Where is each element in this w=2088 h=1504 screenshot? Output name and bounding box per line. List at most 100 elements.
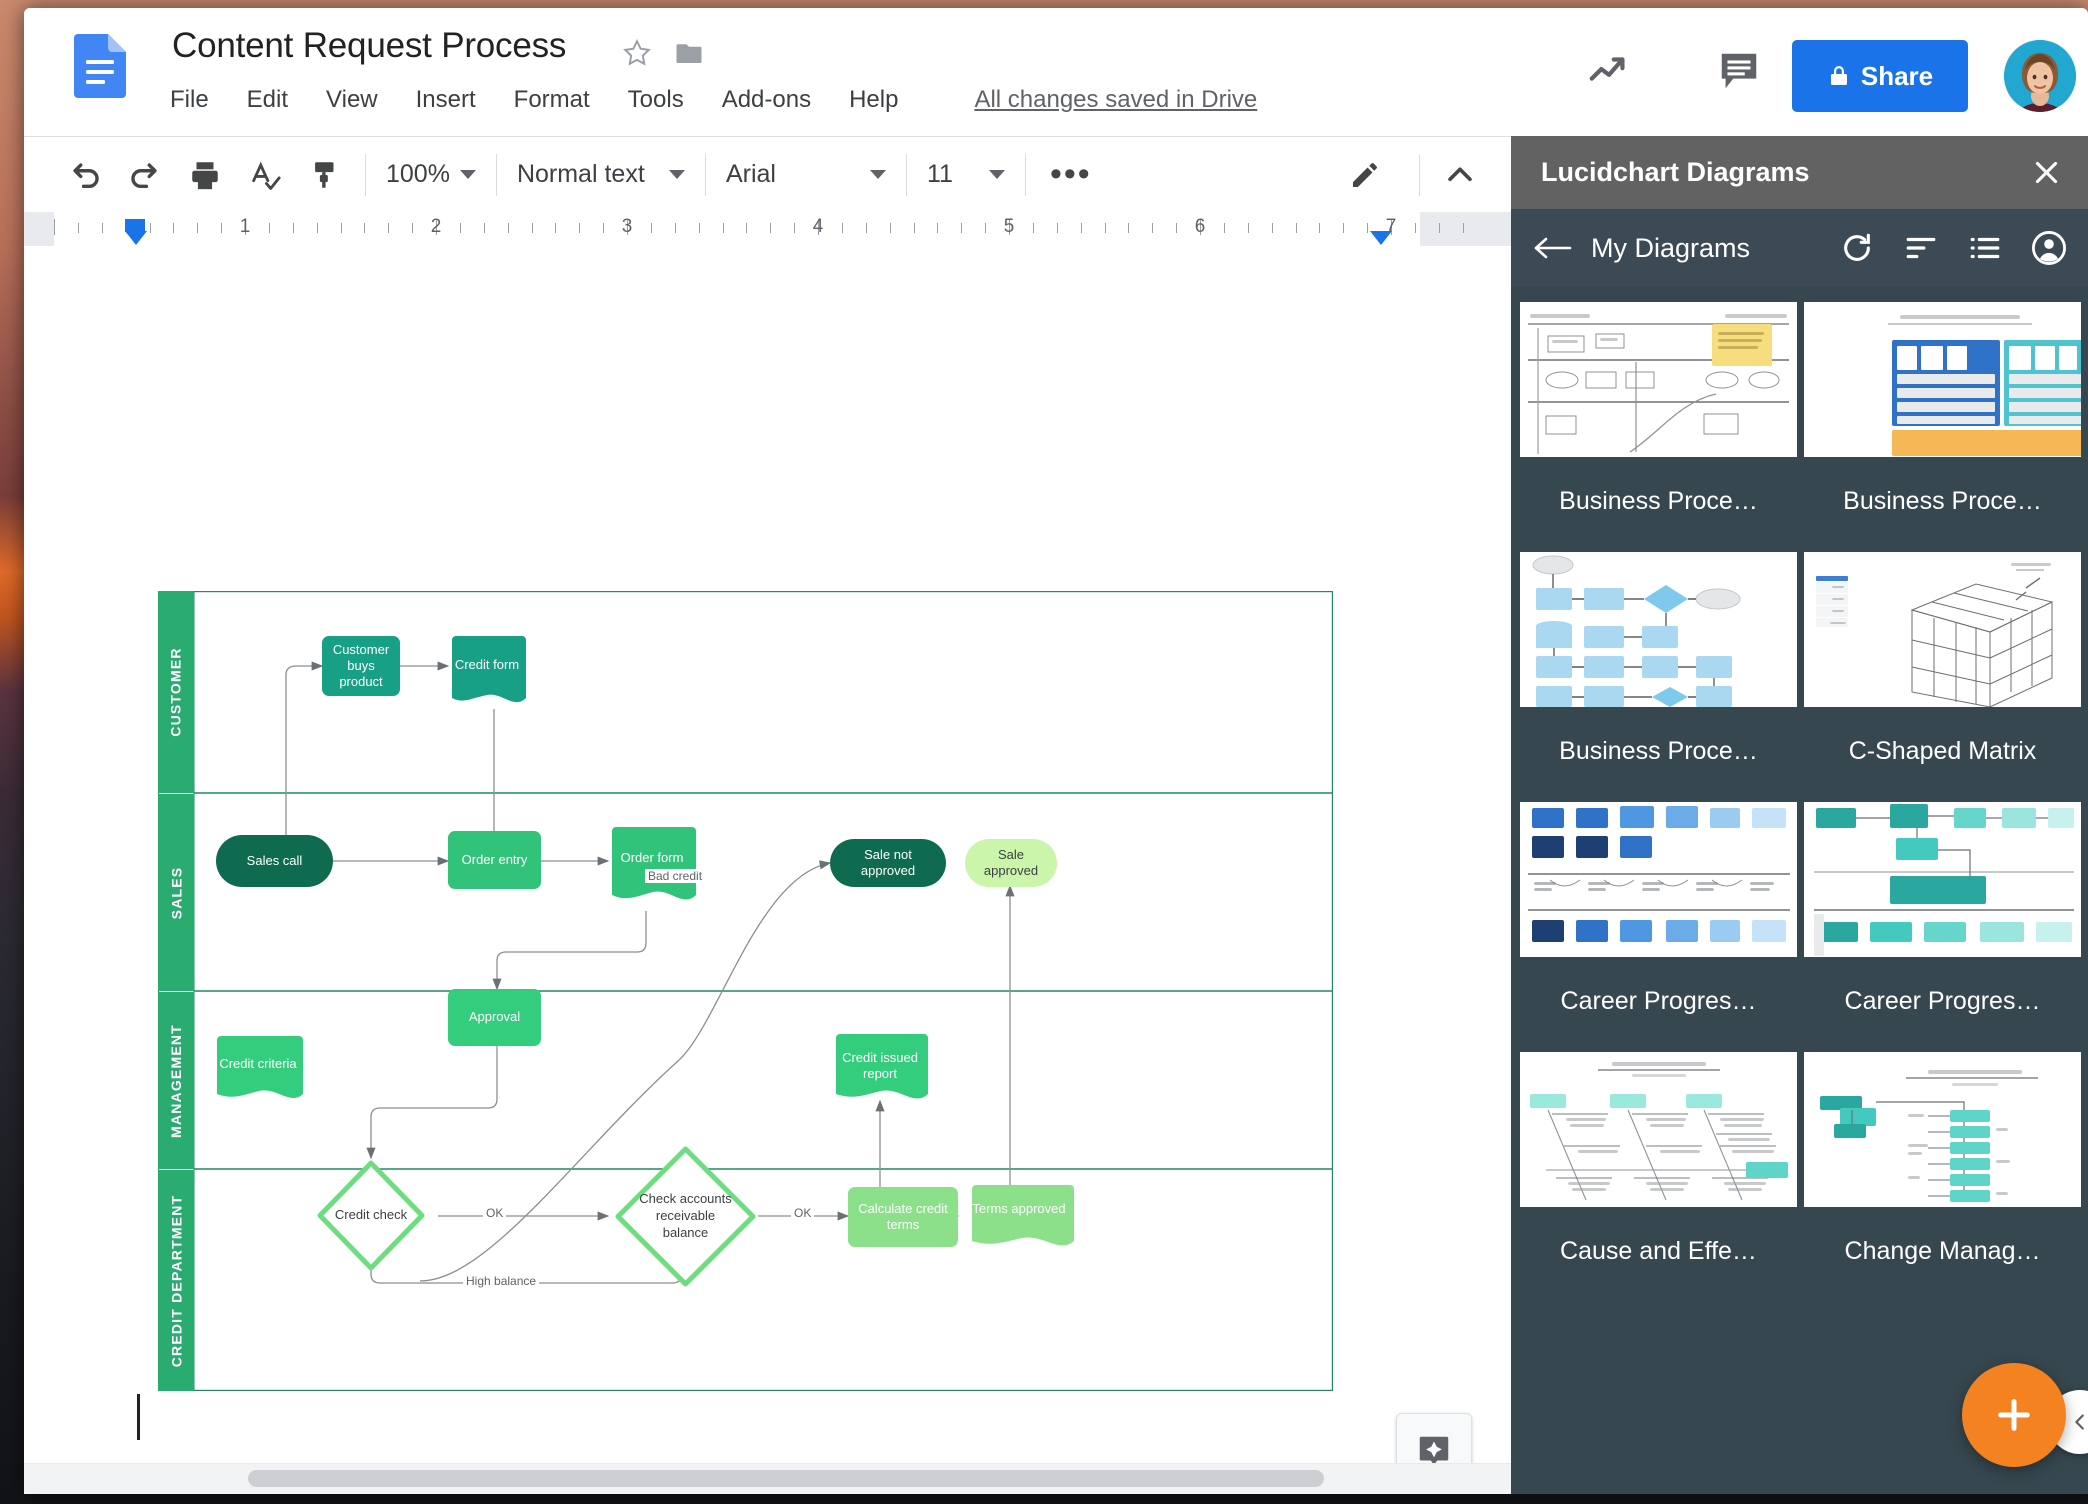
lane-customer: CUSTOMER: [158, 591, 194, 793]
redo-icon[interactable]: [128, 158, 162, 192]
node-terms-approved[interactable]: Terms approved: [964, 1185, 1074, 1253]
back-arrow-icon[interactable]: [1533, 235, 1573, 261]
node-sale-not-approved[interactable]: Sale not approved: [830, 839, 946, 887]
zoom-select[interactable]: 100%: [376, 152, 486, 198]
menu-item-file[interactable]: File: [170, 86, 209, 114]
diagram-cards-scroll[interactable]: Business Proce… Business Proce… Business P…: [1511, 287, 2088, 1494]
user-avatar[interactable]: [2004, 40, 2076, 112]
lucidchart-sub-toolbar: My Diagrams: [1511, 209, 2088, 287]
diagram-thumbnail[interactable]: [1804, 552, 2081, 707]
list-view-icon[interactable]: [1968, 231, 2002, 265]
diagram-thumbnail[interactable]: [1520, 552, 1797, 707]
node-sales-call[interactable]: Sales call: [216, 835, 333, 887]
diagram-thumbnail[interactable]: [1520, 802, 1797, 957]
diagram-thumbnail[interactable]: [1804, 802, 2081, 957]
paint-format-icon[interactable]: [308, 158, 342, 192]
node-order-form[interactable]: Order form: [608, 827, 696, 907]
ruler-tick: [1343, 223, 1345, 233]
new-diagram-fab-button[interactable]: [1962, 1363, 2066, 1467]
share-button[interactable]: Share: [1792, 40, 1968, 112]
font-family-select[interactable]: Arial: [716, 152, 896, 198]
spellcheck-icon[interactable]: [248, 158, 282, 192]
horizontal-scrollbar-thumb[interactable]: [248, 1470, 1324, 1487]
node-credit-check[interactable]: Credit check: [315, 1158, 427, 1273]
lane-management: MANAGEMENT: [158, 992, 194, 1169]
menu-item-view[interactable]: View: [326, 86, 378, 114]
more-options-button[interactable]: •••: [1050, 157, 1092, 190]
diagram-card[interactable]: C-Shaped Matrix: [1804, 552, 2081, 795]
diagram-card[interactable]: Business Proce…: [1804, 302, 2081, 545]
diagram-card-title: Business Proce…: [1804, 457, 2081, 545]
node-calculate-credit-terms[interactable]: Calculate credit terms: [848, 1187, 958, 1247]
diagram-thumbnail[interactable]: [1804, 1052, 2081, 1207]
comment-icon[interactable]: [1716, 48, 1762, 94]
move-to-folder-icon[interactable]: [674, 38, 704, 68]
ruler-tick: [698, 223, 700, 233]
ruler-tick: [1056, 223, 1058, 233]
document-canvas[interactable]: CUSTOMER SALES MANAGEMENT CREDIT DEPARTM…: [24, 246, 1511, 1494]
node-order-entry[interactable]: Order entry: [448, 831, 541, 889]
close-icon[interactable]: [2031, 157, 2062, 188]
ruler-tick: [889, 223, 891, 233]
font-size-select[interactable]: 11: [917, 152, 1015, 198]
diagram-card[interactable]: Business Proce…: [1804, 287, 2081, 295]
save-status-link[interactable]: All changes saved in Drive: [974, 86, 1257, 114]
browser-window: Content Request Process File Edit View I…: [24, 8, 2088, 1494]
ruler-number: 2: [430, 216, 442, 237]
menu-item-insert[interactable]: Insert: [416, 86, 476, 114]
menu-item-tools[interactable]: Tools: [628, 86, 684, 114]
activity-dashboard-icon[interactable]: [1586, 48, 1632, 94]
menu-item-edit[interactable]: Edit: [247, 86, 288, 114]
menu-item-format[interactable]: Format: [514, 86, 590, 114]
refresh-icon[interactable]: [1840, 231, 1874, 265]
zoom-value: 100%: [386, 160, 450, 188]
diagram-card[interactable]: Business Proce…: [1520, 287, 1797, 295]
diagram-card[interactable]: Business Proce…: [1520, 552, 1797, 795]
node-sale-approved[interactable]: Sale approved: [965, 839, 1057, 887]
node-credit-issued-report[interactable]: Credit issued report: [832, 1034, 928, 1106]
ruler-tick: [340, 223, 342, 233]
paragraph-style-select[interactable]: Normal text: [507, 152, 695, 198]
node-credit-form[interactable]: Credit form: [448, 636, 526, 708]
toolbar-divider: [495, 153, 497, 196]
undo-icon[interactable]: [68, 158, 102, 192]
menu-item-addons[interactable]: Add-ons: [722, 86, 811, 114]
node-customer-buys-product[interactable]: Customer buys product: [322, 636, 400, 696]
swimlane-flowchart[interactable]: CUSTOMER SALES MANAGEMENT CREDIT DEPARTM…: [158, 591, 1333, 1391]
menu-item-help[interactable]: Help: [849, 86, 898, 114]
diagram-card[interactable]: Career Progres…: [1804, 802, 2081, 1045]
ruler-tick: [555, 223, 557, 233]
account-icon[interactable]: [2032, 231, 2066, 265]
ruler-tick: [268, 223, 270, 233]
document-title[interactable]: Content Request Process: [172, 26, 566, 66]
star-icon[interactable]: [622, 38, 652, 68]
diagram-thumbnail[interactable]: [1804, 302, 2081, 457]
diagram-card-title: Change Manag…: [1804, 1207, 2081, 1295]
google-docs-logo-icon: [74, 34, 126, 98]
ruler-tick: [1104, 223, 1106, 233]
left-indent-marker[interactable]: [125, 231, 147, 245]
editing-mode-icon[interactable]: [1349, 159, 1381, 191]
breadcrumb-my-diagrams[interactable]: My Diagrams: [1591, 233, 1750, 264]
diagram-card[interactable]: Career Progres…: [1520, 802, 1797, 1045]
diagram-card[interactable]: Business Proce…: [1520, 302, 1797, 545]
print-icon[interactable]: [188, 158, 222, 192]
diagram-card[interactable]: Cause and Effe…: [1520, 1052, 1797, 1295]
node-credit-criteria[interactable]: Credit criteria: [213, 1036, 303, 1106]
ruler-tick: [507, 223, 509, 233]
sort-icon[interactable]: [1904, 231, 1938, 265]
node-check-accounts-receivable-balance[interactable]: Check accounts receivable balance: [613, 1144, 758, 1289]
diagram-card[interactable]: Change Manag…: [1804, 1052, 2081, 1295]
ruler[interactable]: 1234567: [24, 212, 1511, 246]
diagram-thumbnail[interactable]: [1520, 302, 1797, 457]
docs-toolbar: 100% Normal text Arial 11 •••: [24, 136, 1511, 212]
diagram-thumbnail[interactable]: [1520, 1052, 1797, 1207]
ruler-tick: [388, 223, 390, 233]
right-indent-marker[interactable]: [1370, 231, 1392, 245]
ruler-tick: [794, 223, 796, 233]
ruler-tick: [913, 223, 915, 233]
hide-menus-icon[interactable]: [1443, 158, 1477, 192]
ruler-tick: [459, 223, 461, 233]
document-page[interactable]: CUSTOMER SALES MANAGEMENT CREDIT DEPARTM…: [24, 246, 1480, 1456]
node-approval[interactable]: Approval: [448, 989, 541, 1046]
